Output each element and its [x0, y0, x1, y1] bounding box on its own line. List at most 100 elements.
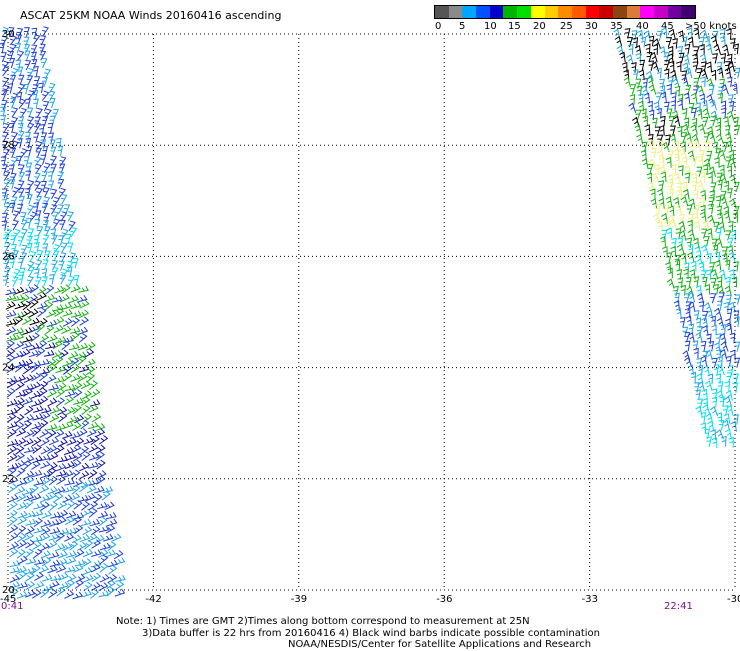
wind-barb	[64, 565, 76, 573]
wind-barb	[7, 439, 19, 447]
wind-barb	[691, 180, 698, 192]
wind-barb	[19, 267, 26, 279]
wind-barb	[695, 405, 703, 417]
wind-barb	[723, 180, 730, 192]
wind-barb	[666, 83, 672, 95]
wind-barb	[98, 582, 109, 592]
wind-barb	[29, 324, 40, 333]
wind-barb	[49, 526, 61, 535]
wind-barb	[6, 339, 16, 350]
wind-barb	[23, 43, 31, 55]
wind-barb	[656, 67, 662, 79]
axis-labels: -45-42-39-36-33-30302826242220	[0, 29, 740, 605]
wind-barb	[683, 117, 690, 129]
wind-barb	[68, 220, 76, 231]
wind-barb	[36, 249, 44, 261]
wind-barb	[676, 125, 683, 137]
wind-barb	[106, 586, 116, 597]
wind-barb	[24, 405, 34, 416]
wind-barb	[47, 334, 58, 343]
wind-barb	[86, 341, 96, 351]
wind-barb	[66, 550, 77, 558]
wind-barb	[721, 435, 727, 447]
wind-barb	[714, 157, 720, 168]
wind-barb	[715, 124, 722, 136]
wind-barb	[636, 29, 644, 41]
wind-barb	[15, 397, 26, 407]
wind-barb	[656, 140, 663, 152]
wind-barb	[50, 574, 62, 582]
wind-barb	[680, 252, 687, 264]
wind-barb	[61, 302, 73, 310]
wind-barb	[34, 163, 43, 175]
wind-barb	[623, 76, 631, 88]
wind-barb	[662, 246, 668, 257]
wind-barb	[1, 220, 8, 231]
wind-barb	[7, 445, 18, 455]
wind-barb	[78, 285, 89, 293]
y-tick-label: 28	[2, 140, 15, 151]
wind-barb	[29, 317, 41, 326]
wind-barb	[15, 43, 22, 54]
wind-barb	[22, 335, 33, 343]
wind-barb	[64, 590, 75, 599]
wind-barb	[666, 37, 673, 48]
wind-barb	[14, 301, 26, 310]
wind-barb	[80, 445, 90, 456]
wind-barb	[33, 98, 39, 109]
wind-barb	[34, 218, 41, 230]
wind-barb	[58, 187, 67, 199]
wind-barb	[41, 171, 48, 182]
wind-barb	[656, 150, 664, 161]
wind-barb	[678, 165, 684, 176]
wind-barb	[630, 84, 637, 95]
wind-barb	[68, 351, 79, 359]
wind-barb	[8, 483, 18, 494]
wind-barb	[81, 589, 93, 598]
wind-barb	[60, 268, 69, 279]
wind-barb	[687, 150, 695, 161]
wind-barb	[0, 52, 7, 63]
wind-barb	[733, 414, 739, 425]
wind-barb	[665, 261, 672, 273]
wind-barb	[700, 270, 707, 281]
wind-barb	[49, 518, 60, 527]
wind-barb	[32, 444, 42, 454]
wind-barb	[23, 414, 35, 423]
wind-barb	[48, 475, 58, 486]
wind-barb	[70, 227, 78, 238]
y-tick-label: 22	[2, 474, 15, 485]
wind-barb	[716, 317, 725, 329]
wind-barb	[646, 172, 652, 184]
wind-barb	[699, 211, 707, 223]
wind-barb	[60, 242, 68, 253]
wind-barb	[23, 36, 30, 47]
wind-barb	[26, 194, 33, 205]
wind-barb	[730, 38, 736, 49]
wind-barb	[86, 484, 97, 494]
wind-barb	[719, 35, 726, 47]
wind-barb	[705, 61, 712, 73]
x-tick-label: -42	[145, 594, 161, 605]
wind-barb	[665, 156, 672, 168]
wind-barb	[1, 90, 8, 101]
wind-barb	[56, 469, 67, 477]
wind-barb	[41, 202, 49, 214]
wind-barb	[94, 485, 105, 494]
wind-barb	[26, 74, 34, 86]
wind-barb	[34, 580, 45, 590]
wind-barb	[693, 276, 700, 287]
wind-barb	[88, 469, 98, 479]
wind-barb	[40, 460, 51, 469]
wind-barb	[686, 204, 693, 215]
wind-barb	[17, 510, 28, 519]
wind-barb	[8, 532, 19, 542]
wind-barb	[48, 436, 60, 446]
wind-barb	[696, 326, 703, 337]
wind-barb	[50, 146, 57, 157]
wind-barb	[42, 243, 49, 254]
wind-barb	[69, 492, 81, 502]
wind-barb	[619, 51, 626, 63]
wind-barb	[725, 323, 733, 335]
wind-barb	[83, 574, 94, 583]
